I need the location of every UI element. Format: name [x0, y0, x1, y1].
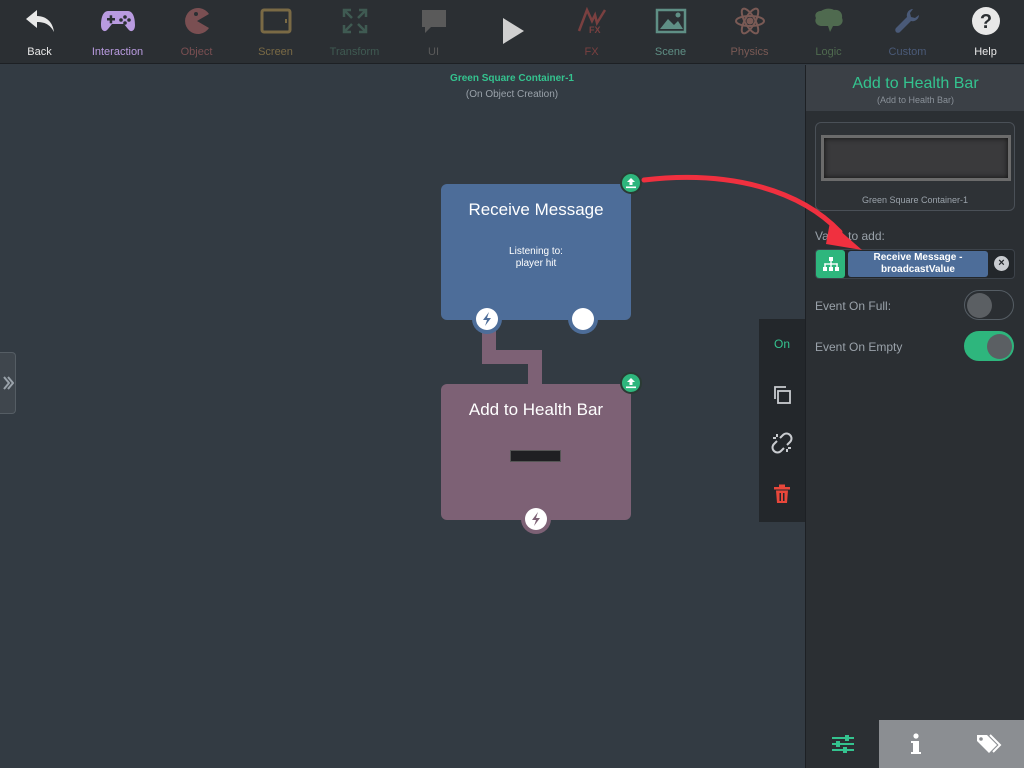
block-description: Listening to: player hit [441, 246, 631, 270]
fx-icon: FX [552, 4, 631, 38]
interaction-tab[interactable]: Interaction [78, 0, 157, 64]
transform-tab[interactable]: Transform [315, 0, 394, 64]
properties-panel: Add to Health Bar (Add to Health Bar) Gr… [805, 65, 1024, 768]
ui-label: UI [428, 46, 439, 58]
listening-label: Listening to: [509, 246, 563, 257]
pacman-icon [157, 4, 236, 38]
lightning-icon [476, 308, 498, 330]
play-icon [473, 14, 552, 48]
block-connector [528, 350, 542, 386]
trigger-port[interactable] [472, 304, 502, 334]
back-label: Back [27, 46, 52, 58]
tab-info[interactable] [879, 720, 952, 768]
back-arrow-icon [0, 4, 79, 38]
tablet-icon [236, 4, 315, 38]
event-on-empty-toggle[interactable] [964, 331, 1014, 361]
ui-tab[interactable]: UI [394, 0, 473, 64]
picture-icon [631, 4, 710, 38]
circle-port-icon [572, 308, 594, 330]
object-preview[interactable]: Green Square Container-1 [815, 122, 1015, 211]
svg-text:?: ? [979, 11, 991, 33]
screen-label: Screen [258, 46, 293, 58]
sliders-icon [831, 735, 854, 753]
expand-arrows-icon [315, 4, 394, 38]
hierarchy-icon[interactable] [816, 250, 845, 278]
panel-subtitle: (Add to Health Bar) [876, 95, 955, 105]
speech-bubble-icon [394, 4, 473, 38]
physics-label: Physics [730, 46, 769, 58]
info-icon [910, 733, 921, 754]
health-bar-thumbnail [510, 450, 561, 462]
transform-label: Transform [329, 46, 380, 58]
panel-title: Add to Health Bar [852, 75, 979, 92]
expand-drawer-handle[interactable] [0, 352, 16, 414]
preview-object-name: Green Square Container-1 [861, 195, 969, 205]
add-to-health-bar-block[interactable]: Add to Health Bar [441, 384, 631, 520]
logic-label: Logic [815, 46, 842, 58]
clear-value-icon[interactable]: × [994, 256, 1009, 271]
custom-label: Custom [888, 46, 927, 58]
physics-tab[interactable]: Physics [710, 0, 789, 64]
lightning-icon [525, 508, 547, 530]
event-on-full-toggle[interactable] [964, 290, 1014, 320]
value-to-add-label: Value to add: [815, 229, 885, 243]
unlink-icon [771, 432, 793, 454]
back-button[interactable]: Back [0, 0, 79, 64]
svg-text:FX: FX [589, 25, 601, 35]
value-source-line2: broadcastValue [881, 264, 955, 275]
unlink-button[interactable] [759, 423, 805, 463]
receive-message-block[interactable]: Receive Message Listening to: player hit [441, 184, 631, 320]
scene-label: Scene [654, 46, 687, 58]
output-upload-icon[interactable] [620, 172, 642, 194]
trash-icon [774, 484, 790, 503]
question-icon: ? [946, 4, 1024, 38]
interaction-label: Interaction [91, 46, 144, 58]
value-to-add-field[interactable]: Receive Message - broadcastValue × [815, 249, 1015, 279]
output-upload-icon[interactable] [620, 372, 642, 394]
block-title: Add to Health Bar [468, 400, 604, 419]
tags-icon [976, 734, 1001, 753]
double-chevron-icon [2, 376, 14, 390]
secondary-port[interactable] [568, 304, 598, 334]
toggle-knob [967, 293, 992, 318]
panel-tabs [806, 720, 1024, 768]
block-tools-strip: On [759, 319, 805, 522]
fx-tab[interactable]: FX FX [552, 0, 631, 64]
tab-tags[interactable] [952, 720, 1024, 768]
wrench-icon [868, 4, 947, 38]
scene-tab[interactable]: Scene [631, 0, 710, 64]
duplicate-button[interactable] [759, 375, 805, 415]
panel-header: Add to Health Bar (Add to Health Bar) [806, 65, 1024, 111]
value-source-line1: Receive Message - [873, 252, 963, 263]
help-label: Help [974, 46, 997, 58]
fx-label: FX [584, 46, 599, 58]
atom-icon [710, 4, 789, 38]
toggle-on-button[interactable]: On [759, 324, 805, 364]
event-on-full-label: Event On Full: [815, 299, 892, 313]
top-toolbar: Back Interaction Object Screen Transform… [0, 0, 1024, 64]
object-label: Object [180, 46, 213, 58]
event-on-empty-label: Event On Empty [815, 340, 903, 354]
brain-icon [789, 4, 868, 38]
screen-tab[interactable]: Screen [236, 0, 315, 64]
gamepad-icon [78, 4, 157, 38]
help-button[interactable]: ? Help [946, 0, 1024, 64]
context-trigger-subtitle: (On Object Creation) [465, 89, 559, 100]
delete-button[interactable] [759, 474, 805, 514]
tab-settings[interactable] [806, 720, 879, 768]
behavior-canvas[interactable] [0, 65, 805, 768]
play-button[interactable] [473, 0, 552, 64]
object-tab[interactable]: Object [157, 0, 236, 64]
trigger-port[interactable] [521, 504, 551, 534]
listening-value: player hit [515, 258, 557, 269]
toggle-knob [987, 334, 1012, 359]
value-source-chip[interactable]: Receive Message - broadcastValue [848, 251, 988, 277]
logic-tab[interactable]: Logic [789, 0, 868, 64]
copy-icon [774, 386, 791, 404]
custom-tab[interactable]: Custom [868, 0, 947, 64]
block-title: Receive Message [468, 200, 604, 219]
context-object-title: Green Square Container-1 [450, 73, 574, 84]
health-bar-preview [821, 135, 1011, 181]
